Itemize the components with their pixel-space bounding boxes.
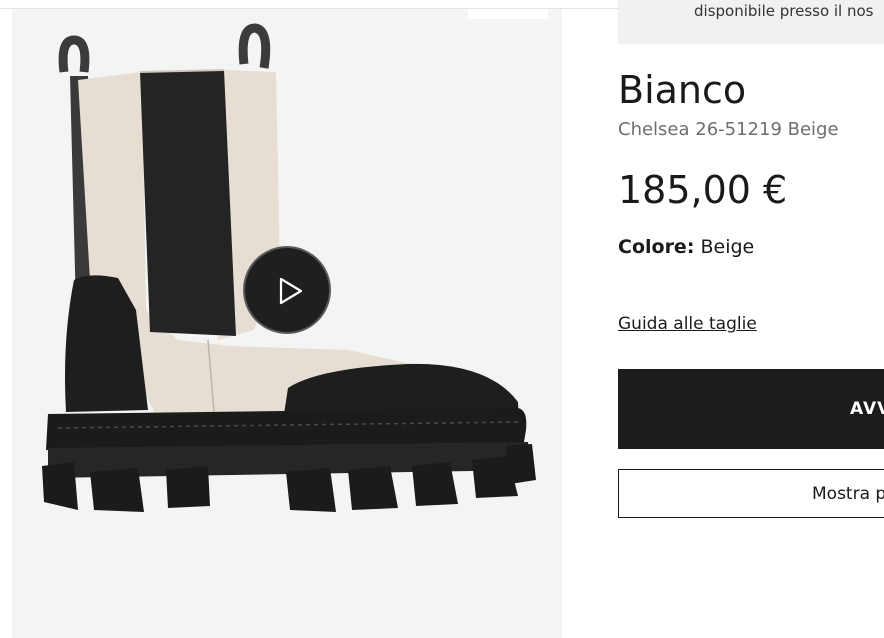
product-brand: Bianco (618, 68, 747, 112)
color-label: Colore: (618, 236, 695, 258)
play-icon (279, 277, 303, 305)
availability-text: disponibile presso il nos (694, 2, 874, 20)
notify-button-label: AVV (850, 399, 884, 419)
show-more-button[interactable]: Mostra p (618, 469, 884, 518)
notify-button[interactable]: AVV (618, 369, 884, 449)
product-subtitle: Chelsea 26-51219 Beige (618, 119, 839, 140)
size-guide-link[interactable]: Guida alle taglie (618, 314, 757, 334)
color-value: Beige (700, 236, 755, 258)
product-price: 185,00 € (618, 168, 788, 212)
video-play-button[interactable] (243, 246, 331, 334)
color-row: Colore: Beige (618, 236, 754, 258)
availability-notice: disponibile presso il nos (618, 0, 884, 44)
show-more-button-label: Mostra p (812, 484, 884, 504)
